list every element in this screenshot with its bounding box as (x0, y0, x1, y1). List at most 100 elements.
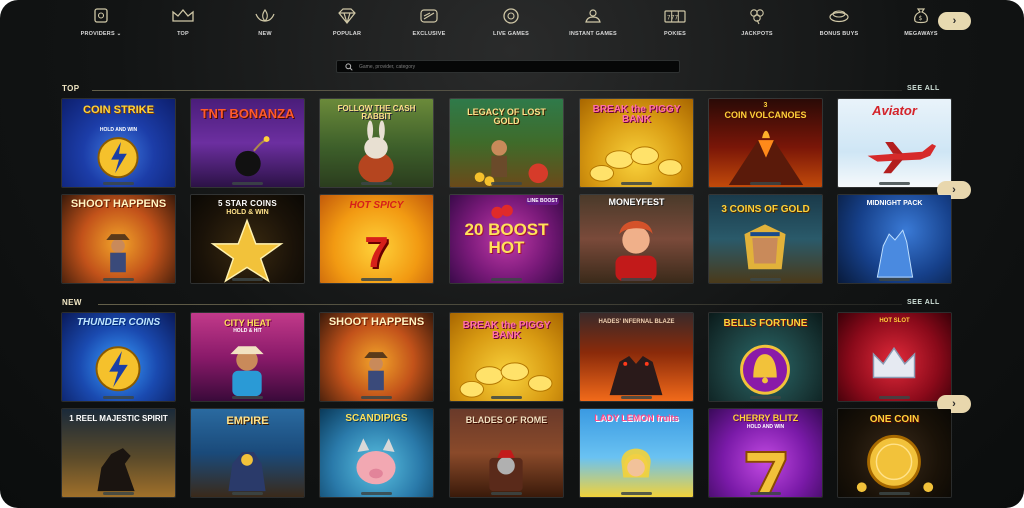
nav-item-pokies[interactable]: 777 POKIES (634, 6, 716, 42)
game-tile[interactable]: LINE BOOST 20 BOOST HOT (449, 194, 564, 284)
chip-icon (498, 6, 524, 26)
see-all-top-link[interactable]: SEE ALL (907, 85, 940, 92)
tile-indicator (749, 182, 782, 185)
game-title: LEGACY OF LOST GOLD (467, 107, 546, 126)
see-all-new-link[interactable]: SEE ALL (907, 299, 940, 306)
game-tile[interactable]: FOLLOW THE CASH RABBIT (319, 98, 434, 188)
nav-item-jackpots[interactable]: JACKPOTS (716, 6, 798, 42)
svg-text:$: $ (919, 15, 923, 22)
tile-indicator (878, 396, 911, 399)
game-tile[interactable]: 7 HOT SPICY (319, 194, 434, 284)
game-tile[interactable]: MIDNIGHT PACK (837, 194, 952, 284)
game-tile[interactable]: HADES' INFERNAL BLAZE (579, 312, 694, 402)
game-title: 5 STAR COINS (217, 199, 277, 208)
game-tile[interactable]: SHOOT HAPPENS (61, 194, 176, 284)
game-title: SHOOT HAPPENS (328, 316, 425, 328)
tile-indicator (490, 492, 523, 495)
game-title: BELLS FORTUNE (723, 318, 808, 329)
tile-indicator (360, 278, 393, 281)
nav-item-label: TOP (177, 31, 189, 37)
crown-icon (872, 346, 916, 379)
game-title: MONEYFEST (608, 197, 665, 207)
game-tile[interactable]: BREAK the PIGGY BANK (449, 312, 564, 402)
game-tile[interactable]: 3 COINS OF GOLD (708, 194, 823, 284)
game-title: SCANDIPIGS (345, 413, 408, 424)
tile-indicator (360, 396, 393, 399)
exclusive-icon (416, 6, 442, 26)
tile-indicator (749, 492, 782, 495)
game-tile[interactable]: THUNDER COINS (61, 312, 176, 402)
tile-indicator (620, 278, 653, 281)
game-tile[interactable]: BLADES OF ROME (449, 408, 564, 498)
nav-item-live-games[interactable]: LIVE GAMES (470, 6, 552, 42)
game-title: MIDNIGHT PACK (866, 200, 923, 207)
nav-item-popular[interactable]: POPULAR (306, 6, 388, 42)
game-title: BREAK the PIGGY BANK (462, 320, 551, 341)
game-tile[interactable]: LEGACY OF LOST GOLD (449, 98, 564, 188)
tile-indicator (102, 492, 135, 495)
nav-item-label: NEW (258, 31, 272, 37)
nav-item-exclusive[interactable]: EXCLUSIVE (388, 6, 470, 42)
tile-indicator (490, 278, 523, 281)
nav-item-label: POKIES (664, 31, 686, 37)
tile-indicator (102, 278, 135, 281)
game-tile[interactable]: 5 STAR COINS HOLD & WIN (190, 194, 305, 284)
tile-indicator (749, 396, 782, 399)
game-tile[interactable]: LADY LEMON fruits (579, 408, 694, 498)
nav-item-instant-games[interactable]: INSTANT GAMES (552, 6, 634, 42)
game-tile[interactable]: 1 REEL MAJESTIC SPIRIT (61, 408, 176, 498)
tile-indicator (231, 278, 264, 281)
game-tile[interactable]: COIN STRIKE HOLD AND WIN (61, 98, 176, 188)
game-tile[interactable]: CHERRY BLITZ HOLD AND WIN (708, 408, 823, 498)
tile-indicator (878, 278, 911, 281)
game-tile[interactable]: SHOOT HAPPENS (319, 312, 434, 402)
game-tile[interactable]: HOT SLOT (837, 312, 952, 402)
game-tile[interactable]: 3 COIN VOLCANOES (708, 98, 823, 188)
casino-lobby: PROVIDERS ⌄ TOP NEW POPULAR EXCLUSIVE LI… (0, 0, 1024, 508)
tile-indicator (620, 396, 653, 399)
game-tile[interactable]: Aviator (837, 98, 952, 188)
game-tile[interactable]: MONEYFEST (579, 194, 694, 284)
tile-indicator (231, 492, 264, 495)
game-tile[interactable]: EMPIRE (190, 408, 305, 498)
game-title: HADES' INFERNAL BLAZE (598, 319, 675, 325)
game-tile[interactable]: SCANDIPIGS (319, 408, 434, 498)
search-input[interactable] (359, 63, 659, 70)
game-subtitle: HOLD AND WIN (99, 127, 138, 133)
game-title: EMPIRE (226, 415, 269, 427)
game-tile[interactable]: BELLS FORTUNE (708, 312, 823, 402)
game-tile[interactable]: TNT BONANZA (190, 98, 305, 188)
game-title: 1 REEL MAJESTIC SPIRIT (69, 414, 168, 423)
nav-item-providers[interactable]: PROVIDERS ⌄ (60, 6, 142, 42)
nav-item-label: BONUS BUYS (819, 31, 859, 37)
game-tile[interactable]: CITY HEAT HOLD & HIT (190, 312, 305, 402)
nav-next-button[interactable]: › (938, 12, 971, 30)
game-tile[interactable]: ONE COIN (837, 408, 952, 498)
bonus-icon (826, 6, 852, 26)
nav-item-label: EXCLUSIVE (412, 31, 446, 37)
nav-item-top[interactable]: TOP (142, 6, 224, 42)
search-bar[interactable] (336, 60, 680, 73)
hellhound-icon (609, 356, 663, 396)
game-subtitle: HOLD AND WIN (746, 424, 785, 430)
tile-indicator (231, 396, 264, 399)
tile-indicator (102, 182, 135, 185)
game-title: 20 BOOST HOT (464, 220, 549, 257)
instant-icon (580, 6, 606, 26)
game-subtitle: HOLD & HIT (233, 328, 262, 334)
chevron-down-icon: ⌄ (116, 31, 122, 37)
game-tile[interactable]: BREAK the PIGGY BANK (579, 98, 694, 188)
nav-item-new[interactable]: NEW (224, 6, 306, 42)
character-icon (615, 220, 657, 282)
game-title: SHOOT HAPPENS (70, 198, 167, 210)
section-divider (98, 304, 902, 305)
nav-item-bonus-buys[interactable]: BONUS BUYS (798, 6, 880, 42)
tile-indicator (878, 182, 911, 185)
tile-indicator (490, 396, 523, 399)
game-title: LADY LEMON fruits (594, 413, 679, 423)
crown-icon (170, 6, 196, 26)
nav-item-label: LIVE GAMES (493, 31, 529, 37)
game-badge: 3 (763, 102, 768, 109)
providers-icon (88, 6, 114, 26)
slot-reels-icon: 777 (662, 6, 688, 26)
